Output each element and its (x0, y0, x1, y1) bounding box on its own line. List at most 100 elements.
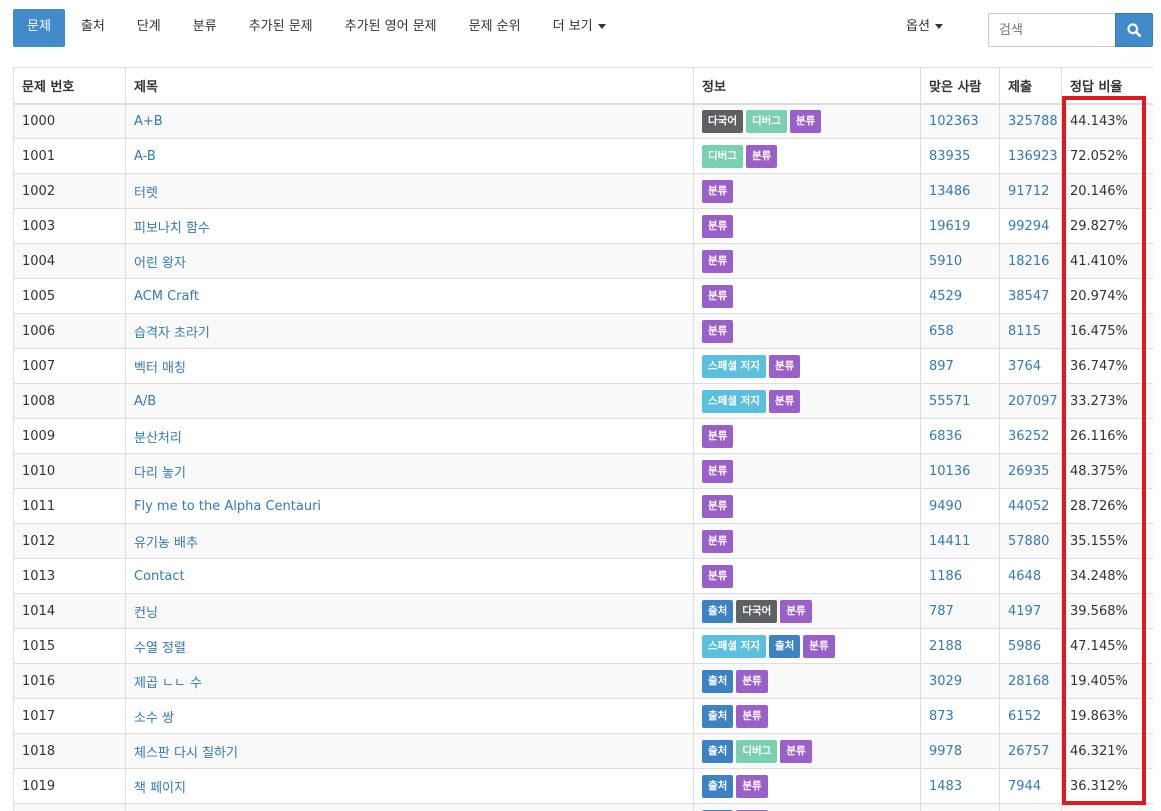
submission-count-link[interactable]: 36252 (1008, 429, 1049, 444)
tag-special-judge-badge[interactable]: 스페셜 저지 (702, 354, 766, 378)
solved-count-link[interactable]: 873 (929, 709, 954, 724)
submission-count-link[interactable]: 4648 (1008, 569, 1041, 584)
tag-classification-badge[interactable]: 분류 (803, 634, 835, 658)
tag-classification-badge[interactable]: 분류 (780, 599, 812, 623)
problem-title-link[interactable]: 터렛 (134, 186, 158, 201)
solved-count-link[interactable]: 1483 (929, 779, 962, 794)
search-button[interactable] (1115, 13, 1153, 47)
tag-classification-badge[interactable]: 분류 (736, 704, 768, 728)
problem-title-link[interactable]: Contact (134, 569, 185, 584)
problem-title-link[interactable]: 분산처리 (134, 431, 182, 446)
solved-count-link[interactable]: 102363 (929, 114, 979, 129)
solved-count-link[interactable]: 1186 (929, 569, 962, 584)
tag-source-badge[interactable]: 출처 (702, 704, 734, 728)
problem-title-link[interactable]: 습격자 초라기 (134, 326, 210, 341)
problem-title-link[interactable]: Fly me to the Alpha Centauri (134, 499, 321, 514)
solved-count-link[interactable]: 10136 (929, 464, 970, 479)
options-dropdown[interactable]: 옵션 (906, 9, 943, 47)
header-solved[interactable]: 맞은 사람 (920, 67, 1000, 105)
problem-title-link[interactable]: 소수 쌍 (134, 711, 174, 726)
problem-title-link[interactable]: 체스판 다시 칠하기 (134, 746, 238, 761)
solved-count-link[interactable]: 19619 (929, 219, 970, 234)
header-problem-id[interactable]: 문제 번호 (13, 67, 126, 105)
solved-count-link[interactable]: 2188 (929, 639, 962, 654)
problem-title-link[interactable]: 어린 왕자 (134, 256, 186, 271)
tag-classification-badge[interactable]: 분류 (702, 424, 734, 448)
tag-debug-badge[interactable]: 디버그 (745, 109, 787, 133)
tag-multilang-badge[interactable]: 다국어 (702, 109, 743, 133)
nav-tab-0[interactable]: 문제 (13, 9, 65, 47)
tag-classification-badge[interactable]: 분류 (736, 774, 768, 798)
header-title[interactable]: 제목 (125, 67, 694, 105)
tag-classification-badge[interactable]: 분류 (780, 739, 812, 763)
problem-title-link[interactable]: 피보나치 함수 (134, 221, 210, 236)
tag-multilang-badge[interactable]: 다국어 (736, 599, 778, 623)
nav-tab-3[interactable]: 분류 (177, 9, 233, 47)
solved-count-link[interactable]: 3029 (929, 674, 962, 689)
tag-classification-badge[interactable]: 분류 (768, 389, 801, 413)
tag-classification-badge[interactable]: 분류 (702, 459, 734, 483)
problem-title-link[interactable]: 수열 정렬 (134, 641, 186, 656)
solved-count-link[interactable]: 9978 (929, 744, 962, 759)
tag-classification-badge[interactable]: 분류 (702, 564, 734, 588)
submission-count-link[interactable]: 325788 (1008, 114, 1058, 129)
submission-count-link[interactable]: 4197 (1008, 604, 1041, 619)
problem-title-link[interactable]: 컨닝 (134, 606, 158, 621)
submission-count-link[interactable]: 44052 (1008, 499, 1049, 514)
problem-title-link[interactable]: 유기농 배추 (134, 536, 198, 551)
solved-count-link[interactable]: 14411 (929, 534, 970, 549)
header-submissions[interactable]: 제출 (999, 67, 1062, 105)
tag-classification-badge[interactable]: 분류 (702, 214, 734, 238)
submission-count-link[interactable]: 91712 (1008, 184, 1049, 199)
tag-debug-badge[interactable]: 디버그 (736, 739, 778, 763)
solved-count-link[interactable]: 658 (929, 324, 954, 339)
submission-count-link[interactable]: 136923 (1008, 149, 1058, 164)
solved-count-link[interactable]: 897 (929, 359, 954, 374)
submission-count-link[interactable]: 5986 (1008, 639, 1041, 654)
tag-classification-badge[interactable]: 분류 (702, 249, 734, 273)
solved-count-link[interactable]: 55571 (929, 394, 970, 409)
problem-title-link[interactable]: A+B (134, 114, 163, 129)
submission-count-link[interactable]: 8115 (1008, 324, 1041, 339)
tag-special-judge-badge[interactable]: 스페셜 저지 (702, 389, 766, 413)
nav-tab-2[interactable]: 단계 (121, 9, 177, 47)
solved-count-link[interactable]: 787 (929, 604, 954, 619)
submission-count-link[interactable]: 18216 (1008, 254, 1049, 269)
tag-classification-badge[interactable]: 분류 (702, 319, 734, 343)
tag-special-judge-badge[interactable]: 스페셜 저지 (702, 634, 766, 658)
nav-tab-5[interactable]: 추가된 영어 문제 (329, 9, 453, 47)
tag-source-badge[interactable]: 출처 (702, 599, 734, 623)
submission-count-link[interactable]: 57880 (1008, 534, 1049, 549)
tag-source-badge[interactable]: 출처 (768, 634, 801, 658)
problem-title-link[interactable]: ACM Craft (134, 289, 199, 304)
problem-title-link[interactable]: 제곱 ㄴㄴ 수 (134, 676, 202, 691)
tag-source-badge[interactable]: 출처 (702, 774, 734, 798)
solved-count-link[interactable]: 4529 (929, 289, 962, 304)
solved-count-link[interactable]: 9490 (929, 499, 962, 514)
submission-count-link[interactable]: 26935 (1008, 464, 1049, 479)
submission-count-link[interactable]: 6152 (1008, 709, 1041, 724)
submission-count-link[interactable]: 7944 (1008, 779, 1041, 794)
tag-source-badge[interactable]: 출처 (702, 669, 734, 693)
solved-count-link[interactable]: 6836 (929, 429, 962, 444)
solved-count-link[interactable]: 13486 (929, 184, 970, 199)
problem-title-link[interactable]: A-B (134, 149, 156, 164)
tag-classification-badge[interactable]: 분류 (745, 144, 778, 168)
submission-count-link[interactable]: 207097 (1008, 394, 1058, 409)
nav-tab-7[interactable]: 더 보기 (537, 9, 622, 47)
tag-classification-badge[interactable]: 분류 (702, 179, 734, 203)
submission-count-link[interactable]: 3764 (1008, 359, 1041, 374)
problem-title-link[interactable]: A/B (134, 394, 156, 409)
submission-count-link[interactable]: 38547 (1008, 289, 1049, 304)
tag-classification-badge[interactable]: 분류 (702, 494, 734, 518)
tag-classification-badge[interactable]: 분류 (702, 529, 734, 553)
solved-count-link[interactable]: 83935 (929, 149, 970, 164)
header-ratio[interactable]: 정답 비율 (1061, 67, 1153, 105)
tag-classification-badge[interactable]: 분류 (702, 284, 734, 308)
nav-tab-4[interactable]: 추가된 문제 (233, 9, 329, 47)
tag-debug-badge[interactable]: 디버그 (702, 144, 743, 168)
submission-count-link[interactable]: 26757 (1008, 744, 1049, 759)
problem-title-link[interactable]: 다리 놓기 (134, 466, 186, 481)
solved-count-link[interactable]: 5910 (929, 254, 962, 269)
tag-classification-badge[interactable]: 분류 (736, 669, 768, 693)
